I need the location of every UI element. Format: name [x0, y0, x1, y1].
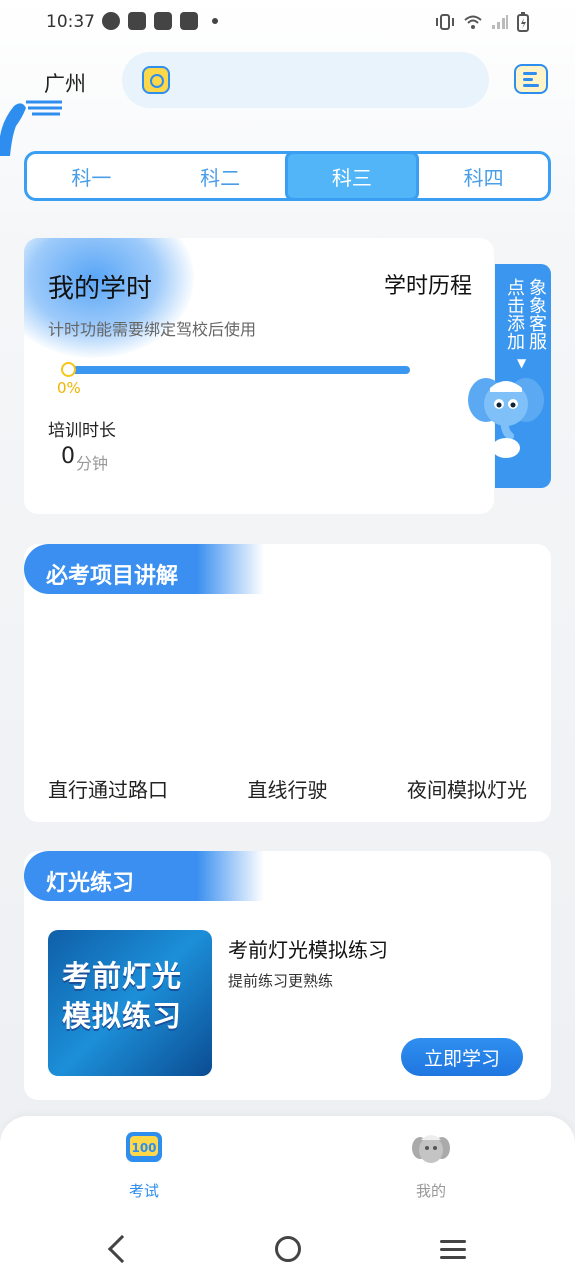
shopping-bag-icon — [154, 12, 172, 30]
bottom-nav: 100 考试 我的 — [0, 1116, 575, 1220]
svg-text:100: 100 — [131, 1141, 156, 1155]
side-tab-arrow-icon: ▼ — [517, 356, 527, 370]
exam-items-title: 必考项目讲解 — [46, 564, 179, 589]
nav-label-mine: 我的 — [415, 1182, 446, 1200]
thumb-line-2: 模拟练习 — [62, 999, 183, 1033]
light-practice-title: 灯光练习 — [46, 871, 135, 896]
status-notification-icons — [102, 12, 218, 30]
status-system-icons — [435, 12, 529, 32]
thumb-line-1: 考前灯光 — [62, 959, 183, 993]
nav-label-exam: 考试 — [128, 1182, 159, 1200]
home-icon[interactable] — [275, 1236, 301, 1262]
elephant-mascot-icon[interactable] — [466, 370, 546, 460]
city-selector[interactable]: 广州 — [44, 68, 86, 98]
search-icon[interactable] — [142, 66, 170, 94]
light-practice-card[interactable]: 考前灯光 模拟练习 考前灯光模拟练习 提前练习更熟练 立即学习 — [24, 910, 551, 1100]
exam-100-icon: 100 — [126, 1132, 162, 1162]
light-practice-section: 灯光练习 考前灯光 模拟练习 考前灯光模拟练习 提前练习更熟练 立即学习 — [24, 851, 551, 1100]
study-progress-bar — [68, 366, 410, 374]
study-history-link[interactable]: 学时历程 — [384, 268, 472, 300]
study-hours-title: 我的学时 — [48, 274, 153, 304]
tab-subject-1[interactable]: 科一 — [27, 154, 156, 198]
nav-item-exam[interactable]: 100 考试 — [99, 1128, 189, 1201]
shopping-bag-icon — [180, 12, 198, 30]
signal-icon — [492, 15, 508, 29]
recent-apps-icon[interactable] — [440, 1240, 466, 1260]
exam-item[interactable]: 直行通过路口 — [48, 774, 168, 803]
study-hours-subtitle: 计时功能需要绑定驾校后使用 — [48, 320, 257, 339]
training-duration-value: 0 — [61, 444, 75, 469]
light-practice-card-title: 考前灯光模拟练习 — [228, 938, 388, 962]
light-practice-thumbnail[interactable]: 考前灯光 模拟练习 — [48, 930, 212, 1076]
side-tab-col2: 象象客服 — [526, 278, 547, 350]
training-duration-label: 培训时长 — [48, 421, 116, 441]
exam-items-section: 必考项目讲解 直行通过路口 直线行驶 夜间模拟灯光 — [24, 544, 551, 822]
subject-tabs: 科一 科二 科三 科四 — [24, 151, 551, 201]
study-progress-percent: 0% — [57, 379, 81, 397]
hand-wave-decoration — [0, 100, 62, 156]
tab-subject-3[interactable]: 科三 — [284, 151, 420, 201]
tab-subject-2[interactable]: 科二 — [156, 154, 285, 198]
vibrate-icon — [436, 14, 454, 30]
wifi-icon — [464, 15, 482, 29]
study-hours-card: 我的学时 学时历程 计时功能需要绑定驾校后使用 0% 培训时长 0 分钟 — [24, 238, 494, 514]
exam-item[interactable]: 夜间模拟灯光 — [407, 774, 527, 803]
battery-charging-icon — [517, 12, 529, 32]
tab-subject-4[interactable]: 科四 — [419, 154, 548, 198]
back-icon[interactable] — [107, 1234, 137, 1264]
speed-icon — [102, 12, 120, 30]
exam-items-list: 直行通过路口 直线行驶 夜间模拟灯光 — [48, 774, 527, 803]
search-input[interactable] — [122, 52, 489, 108]
elephant-avatar-icon — [412, 1135, 450, 1163]
start-learning-button[interactable]: 立即学习 — [401, 1038, 523, 1076]
more-notifications-dot — [212, 18, 218, 24]
training-duration-unit: 分钟 — [76, 454, 109, 473]
status-time: 10:37 — [46, 12, 95, 32]
shopping-bag-icon — [128, 12, 146, 30]
system-nav-bar — [0, 1220, 575, 1280]
side-tab-col1: 点击添加 — [504, 278, 525, 350]
study-progress-knob — [61, 362, 76, 377]
light-practice-card-subtitle: 提前练习更熟练 — [228, 972, 334, 990]
nav-item-mine[interactable]: 我的 — [386, 1128, 476, 1201]
message-icon[interactable] — [514, 64, 548, 94]
exam-item[interactable]: 直线行驶 — [248, 774, 328, 803]
